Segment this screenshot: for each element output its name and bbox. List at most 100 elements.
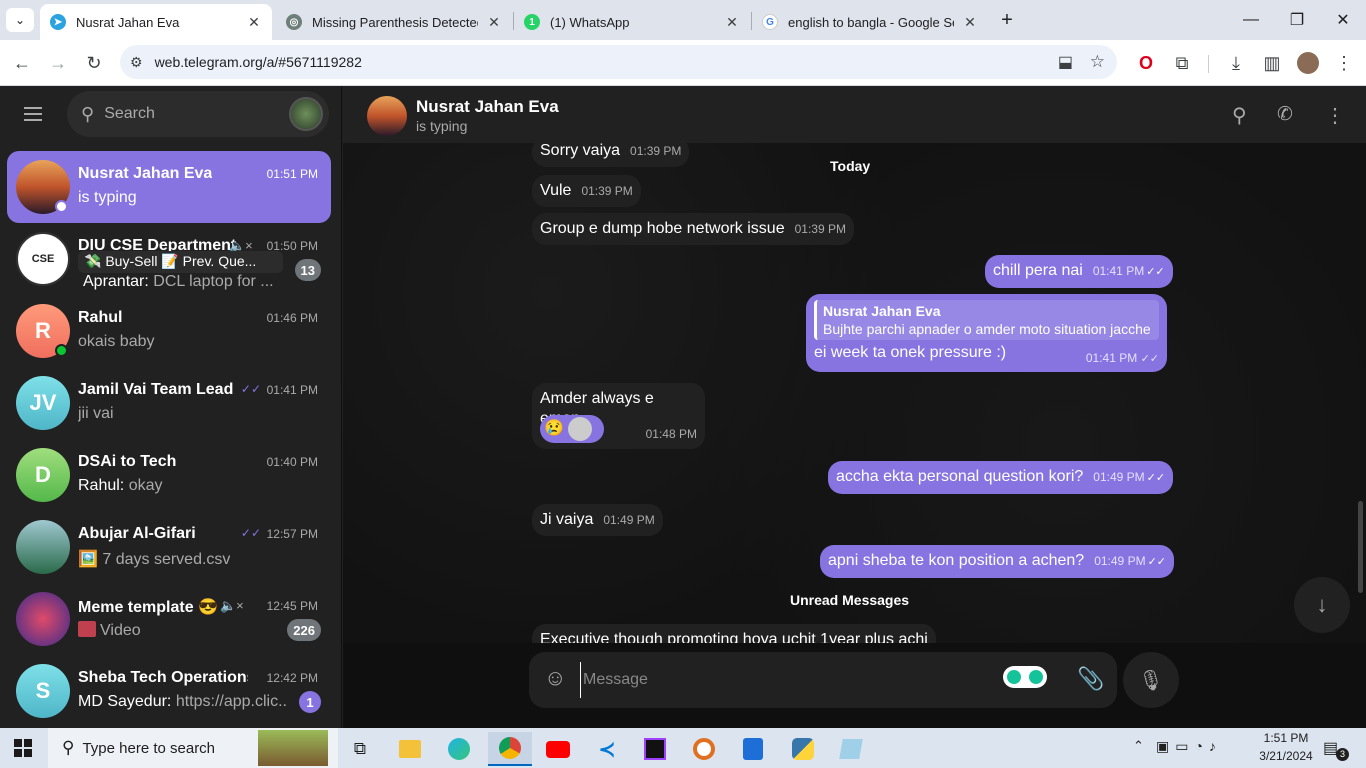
chat-name: Meme template 😎 bbox=[78, 599, 218, 616]
chat-item-diu-cse[interactable]: CSE DIU CSE Department 🔈× 01:50 PM 💸 Buy… bbox=[7, 223, 331, 295]
taskbar-date[interactable]: 3/21/2024 bbox=[1256, 749, 1316, 763]
tab-missing-parenthesis[interactable]: ◎ Missing Parenthesis Detected ✕ bbox=[276, 4, 512, 40]
message-input[interactable]: Message bbox=[580, 662, 950, 698]
toolbar-divider bbox=[1208, 55, 1209, 73]
attach-icon[interactable]: 📎 bbox=[1077, 666, 1104, 692]
header-avatar[interactable] bbox=[367, 96, 407, 136]
tab-google[interactable]: G english to bangla - Google Sea ✕ bbox=[752, 4, 988, 40]
task-view-icon[interactable]: ⧉ bbox=[338, 732, 382, 766]
app-icon[interactable] bbox=[682, 732, 726, 766]
forward-icon[interactable]: → bbox=[43, 48, 73, 78]
message-incoming-with-emoji[interactable]: Amder always e emon 😢 01:48 PM bbox=[532, 383, 705, 449]
muted-icon: 🔈× bbox=[220, 598, 244, 613]
taskbar-time[interactable]: 1:51 PM bbox=[1256, 731, 1316, 745]
minimize-button[interactable]: — bbox=[1228, 0, 1274, 40]
chat-name: Abujar Al-Gifari bbox=[78, 525, 196, 542]
message-outgoing-reply[interactable]: Nusrat Jahan Eva Bujhte parchi apnader o… bbox=[806, 294, 1167, 372]
message-incoming[interactable]: Vule 01:39 PM bbox=[532, 175, 641, 207]
chat-scrollbar[interactable] bbox=[1358, 501, 1363, 593]
hamburger-menu-icon[interactable] bbox=[14, 100, 52, 128]
show-hidden-icons[interactable]: ⌃ bbox=[1133, 738, 1144, 754]
back-icon[interactable]: ← bbox=[7, 48, 37, 78]
search-icon: ⚲ bbox=[62, 738, 75, 757]
reaction-emojis[interactable]: 😢 bbox=[540, 415, 604, 443]
chat-name: Rahul bbox=[78, 309, 123, 326]
search-icon[interactable]: ⚲ bbox=[1232, 103, 1247, 128]
intellij-icon[interactable] bbox=[633, 732, 677, 766]
close-tab-icon[interactable]: ✕ bbox=[486, 14, 502, 31]
account-avatar[interactable] bbox=[289, 97, 323, 131]
tab-telegram[interactable]: ➤ Nusrat Jahan Eva ✕ bbox=[40, 4, 272, 40]
site-info-icon[interactable]: ⚙ bbox=[130, 54, 143, 71]
new-tab-button[interactable]: + bbox=[994, 8, 1020, 32]
close-tab-icon[interactable]: ✕ bbox=[962, 14, 978, 31]
read-checkmarks-icon: ✓✓ bbox=[240, 382, 261, 396]
windows-start-icon[interactable] bbox=[14, 739, 32, 757]
message-incoming[interactable]: Sorry vaiya 01:39 PM bbox=[532, 143, 690, 167]
vscode-icon[interactable]: ≺ bbox=[585, 732, 629, 766]
downloads-icon[interactable]: ⤓ bbox=[1221, 48, 1251, 78]
emoji-icon[interactable]: ☺ bbox=[544, 665, 566, 691]
python-icon[interactable] bbox=[781, 732, 825, 766]
message-incoming[interactable]: Ji vaiya 01:49 PM bbox=[532, 504, 663, 536]
chat-preview: Video bbox=[78, 621, 141, 640]
file-explorer-icon[interactable] bbox=[388, 732, 432, 766]
chat-time: 12:42 PM bbox=[266, 671, 318, 685]
notification-count: 3 bbox=[1336, 748, 1349, 761]
bookmark-star-icon[interactable]: ☆ bbox=[1090, 52, 1105, 72]
chat-item-dsai-to-tech[interactable]: D DSAi to Tech 01:40 PM Rahul: okay bbox=[7, 439, 331, 511]
message-incoming[interactable]: Group e dump hobe network issue 01:39 PM bbox=[532, 213, 854, 245]
taskbar-search-box[interactable]: ⚲ Type here to search bbox=[48, 728, 338, 768]
message-outgoing[interactable]: apni sheba te kon position a achen? 01:49… bbox=[820, 545, 1175, 578]
unread-badge: 13 bbox=[294, 259, 321, 281]
message-outgoing[interactable]: accha ekta personal question kori? 01:49 … bbox=[828, 461, 1174, 494]
chrome-icon[interactable] bbox=[488, 732, 532, 766]
menu-icon[interactable]: ⋮ bbox=[1329, 48, 1359, 78]
extensions-icon[interactable]: ⧉ bbox=[1167, 48, 1197, 78]
close-tab-icon[interactable]: ✕ bbox=[246, 14, 262, 31]
reply-quote[interactable]: Nusrat Jahan Eva Bujhte parchi apnader o… bbox=[814, 300, 1159, 340]
close-window-button[interactable]: ✕ bbox=[1320, 0, 1366, 40]
scroll-to-bottom-button[interactable]: ↓ bbox=[1294, 577, 1350, 633]
restore-button[interactable]: ❐ bbox=[1274, 0, 1320, 40]
date-separator: Today bbox=[830, 158, 871, 174]
chat-item-sheba-tech[interactable]: S Sheba Tech Operations 12:42 PM MD Saye… bbox=[7, 655, 331, 727]
install-app-icon[interactable]: ⬓ bbox=[1058, 52, 1073, 72]
more-options-icon[interactable]: ⋮ bbox=[1325, 103, 1345, 128]
call-icon[interactable]: ✆ bbox=[1277, 103, 1293, 126]
edge-icon[interactable] bbox=[437, 732, 481, 766]
side-panel-icon[interactable]: ▥ bbox=[1257, 48, 1287, 78]
message-incoming[interactable]: Executive though promoting hoya uchit 1y… bbox=[532, 624, 936, 643]
tab-search-dropdown[interactable]: ⌄ bbox=[6, 8, 34, 32]
header-name[interactable]: Nusrat Jahan Eva bbox=[416, 97, 559, 117]
avatar: S bbox=[16, 664, 70, 718]
youtube-icon[interactable] bbox=[536, 732, 580, 766]
voice-message-button[interactable]: 🎙 bbox=[1123, 652, 1179, 708]
chat-list-panel: ⚲ Search Nusrat Jahan Eva 01:51 PM is ty… bbox=[0, 87, 342, 728]
message-outgoing[interactable]: chill pera nai 01:41 PM ✓✓ bbox=[985, 255, 1173, 288]
chat-item-meme-template[interactable]: Meme template 😎 🔈× 12:45 PM Video 226 bbox=[7, 583, 331, 655]
tree-illustration-icon bbox=[258, 730, 328, 766]
notepad-icon[interactable] bbox=[829, 732, 873, 766]
chat-item-jamil-vai[interactable]: JV Jamil Vai Team Lead ✓✓ 01:41 PM jii v… bbox=[7, 367, 331, 439]
chatgpt-icon: ◎ bbox=[286, 14, 302, 30]
chat-preview: 🖼️ 7 days served.csv bbox=[78, 551, 231, 568]
grammarly-icon[interactable] bbox=[1003, 666, 1047, 688]
chat-preview: MD Sayedur: https://app.clic... bbox=[78, 693, 288, 710]
opera-extension-icon[interactable]: O bbox=[1131, 48, 1161, 78]
video-thumbnail-icon bbox=[78, 621, 96, 637]
windows-taskbar: ⚲ Type here to search ⧉ ≺ ⌃ ▣▭◔♪ 1:51 PM… bbox=[0, 728, 1366, 768]
profile-avatar[interactable] bbox=[1293, 48, 1323, 78]
tab-whatsapp[interactable]: 1 (1) WhatsApp ✕ bbox=[514, 4, 750, 40]
close-tab-icon[interactable]: ✕ bbox=[724, 14, 740, 31]
tray-icons[interactable]: ▣▭◔♪ bbox=[1156, 738, 1222, 755]
chat-item-rahul[interactable]: R Rahul 01:46 PM okais baby bbox=[7, 295, 331, 367]
git-gui-icon[interactable] bbox=[731, 732, 775, 766]
message-placeholder: Message bbox=[583, 671, 648, 688]
chat-item-nusrat-jahan-eva[interactable]: Nusrat Jahan Eva 01:51 PM is typing bbox=[7, 151, 331, 223]
chat-item-abujar[interactable]: Abujar Al-Gifari ✓✓ 12:57 PM 🖼️ 7 days s… bbox=[7, 511, 331, 583]
chat-name: Sheba Tech Operations bbox=[78, 669, 248, 686]
address-bar[interactable]: ⚙ web.telegram.org/a/#5671119282 ⬓ ☆ bbox=[120, 45, 1117, 79]
reload-icon[interactable]: ↻ bbox=[79, 48, 109, 78]
search-input[interactable]: ⚲ Search bbox=[67, 91, 329, 137]
